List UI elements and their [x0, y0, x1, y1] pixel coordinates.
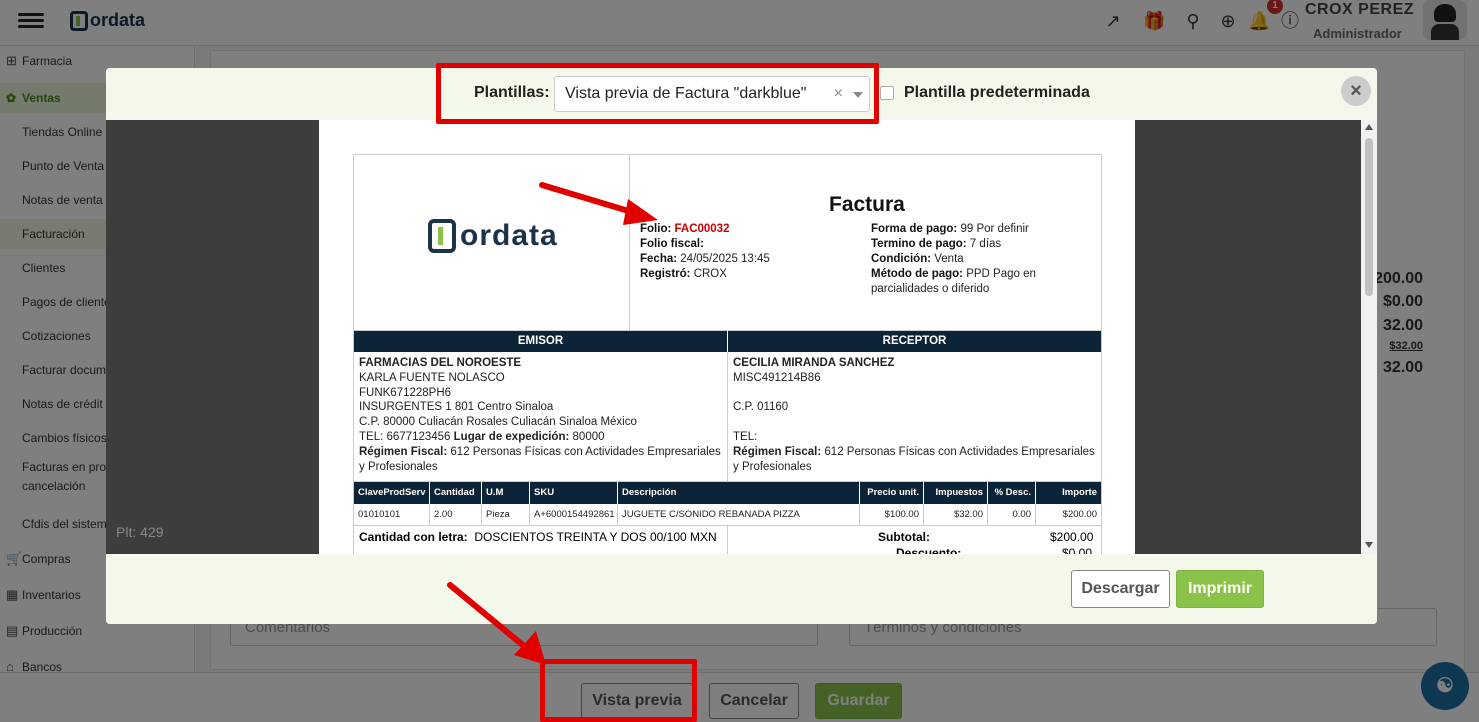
receptor-header: RECEPTOR	[882, 335, 947, 347]
invoice-title: Factura	[829, 193, 905, 216]
amount-in-words: Cantidad con letra: DOSCIENTOS TREINTA Y…	[354, 526, 728, 554]
invoice-meta-right: Forma de pago: 99 Por definir Termino de…	[871, 223, 1036, 295]
annotation-arrow-preview	[447, 582, 546, 665]
pdf-preview[interactable]: Plt: 429 ordata Factura Folio: FAC00032 …	[106, 120, 1377, 554]
annotation-box-preview	[540, 659, 697, 722]
totals-values: Subtotal: $200.00 Descuento: $0.00	[878, 530, 1094, 554]
annotation-arrow-folio	[539, 182, 658, 225]
parties: FARMACIAS DEL NOROESTE KARLA FUENTE NOLA…	[354, 352, 1101, 482]
invoice-header: ordata Factura Folio: FAC00032 Folio fis…	[354, 155, 1101, 331]
modal-footer: Descargar Imprimir	[106, 554, 1377, 624]
preview-scrollbar[interactable]	[1361, 120, 1377, 554]
plt-indicator: Plt: 429	[116, 524, 164, 540]
print-button[interactable]: Imprimir	[1176, 570, 1264, 608]
receptor-info: CECILIA MIRANDA SANCHEZ MISC491214B86 C.…	[733, 357, 1095, 473]
items-table-header: ClaveProdServ Cantidad U.M SKU Descripci…	[354, 482, 1101, 504]
default-template-checkbox[interactable]	[880, 86, 894, 100]
emisor-header: EMISOR	[354, 331, 728, 352]
logo-icon	[428, 219, 456, 253]
default-template-label[interactable]: Plantilla predeterminada	[904, 84, 1090, 102]
close-icon[interactable]: ×	[1341, 76, 1371, 106]
folio-value: FAC00032	[674, 223, 730, 235]
invoice-page: ordata Factura Folio: FAC00032 Folio fis…	[319, 120, 1135, 554]
download-button[interactable]: Descargar	[1071, 570, 1170, 608]
preview-modal: Plantillas: Vista previa de Factura "dar…	[106, 68, 1377, 624]
parties-header: EMISOR RECEPTOR	[354, 331, 1101, 352]
totals: Cantidad con letra: DOSCIENTOS TREINTA Y…	[354, 526, 1101, 554]
invoice: ordata Factura Folio: FAC00032 Folio fis…	[353, 154, 1102, 554]
annotation-box-templates	[436, 63, 879, 124]
table-row: 01010101 2.00 Pieza A+6000154492861 JUGU…	[354, 504, 1101, 526]
emisor-info: FARMACIAS DEL NOROESTE KARLA FUENTE NOLA…	[354, 352, 728, 481]
